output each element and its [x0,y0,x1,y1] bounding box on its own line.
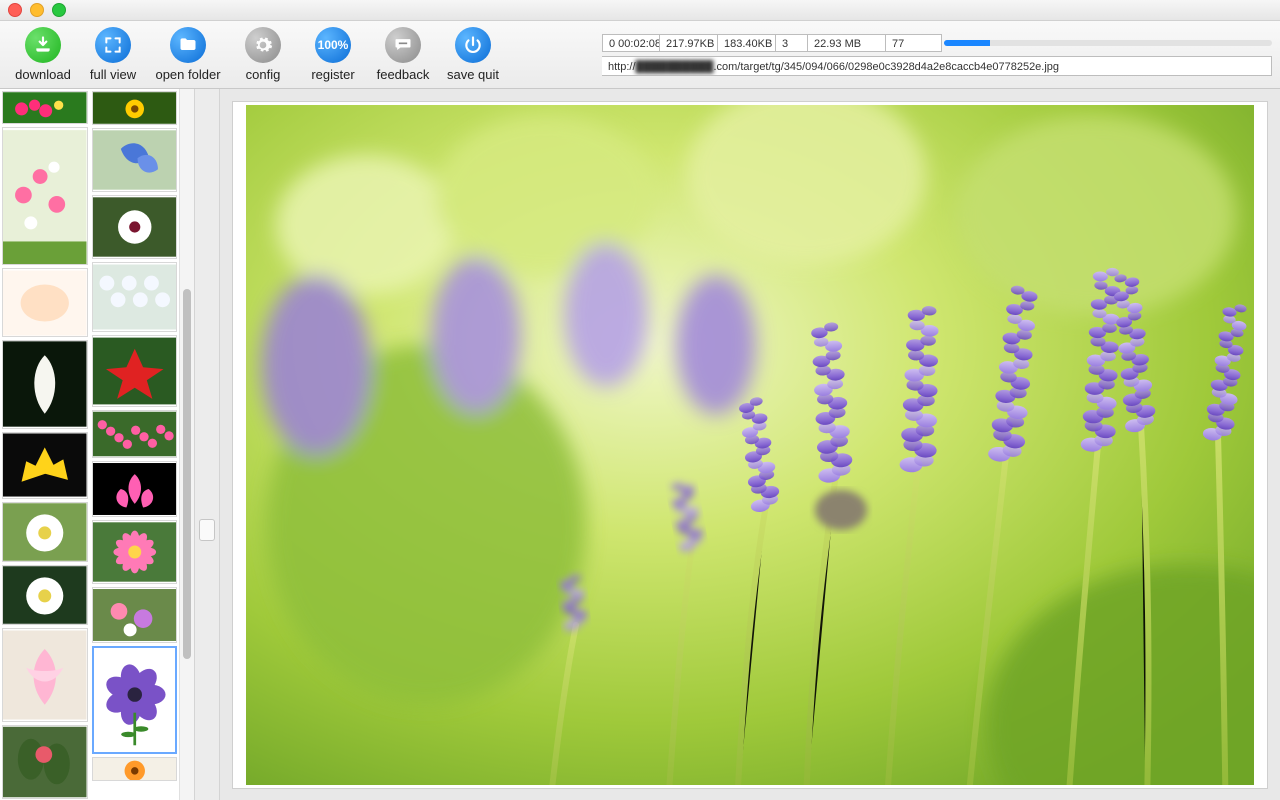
thumbnail-panel [0,89,195,800]
gutter-collapse-button[interactable] [199,519,215,541]
thumbnail[interactable] [92,262,178,332]
thumb-col-left [0,89,90,800]
thumb-scrollbar[interactable] [179,89,194,800]
zoom-icon[interactable] [52,3,66,17]
feedback-icon [385,27,421,63]
stat-size-total: 183.40KB [718,34,776,52]
preview-panel [220,89,1280,800]
stat-disk: 22.93 MB [808,34,886,52]
thumbnail[interactable] [92,410,178,458]
savequit-button[interactable]: save quit [438,27,508,82]
feedback-button[interactable]: feedback [368,27,438,82]
thumbnail[interactable] [2,502,88,562]
close-icon[interactable] [8,3,22,17]
window-controls [8,3,66,17]
thumbnail[interactable] [2,268,88,336]
power-icon [455,27,491,63]
thumbnail[interactable] [92,587,178,643]
sidebar-gutter [195,89,220,800]
folder-icon [170,27,206,63]
url-host: ██████████ [636,57,714,76]
openfolder-button[interactable]: open folder [148,27,228,82]
stat-elapsed: 0 00:02:08 [602,34,660,52]
register-pct: 100% [318,38,349,52]
stat-threads: 3 [776,34,808,52]
register-icon: 100% [315,27,351,63]
thumbnail[interactable] [2,340,88,430]
download-button[interactable]: download [8,27,78,82]
thumb-col-right [90,89,180,800]
thumbnail[interactable] [92,335,178,407]
stats-panel: 0 00:02:08 217.97KB 183.40KB 3 22.93 MB … [512,21,1280,88]
thumbnail[interactable] [92,757,178,781]
toolbar: download full view open folder config 10… [0,21,1280,89]
download-label: download [15,67,71,82]
minimize-icon[interactable] [30,3,44,17]
register-button[interactable]: 100% register [298,27,368,82]
fullview-icon [95,27,131,63]
register-label: register [311,67,354,82]
thumbnail[interactable] [92,520,178,584]
thumbnail[interactable] [2,628,88,722]
current-url[interactable]: http://██████████.com/target/tg/345/094/… [602,56,1272,76]
progress-bar [944,34,1272,52]
gear-icon [245,27,281,63]
savequit-label: save quit [447,67,499,82]
thumbnail[interactable] [2,432,88,498]
fullview-button[interactable]: full view [78,27,148,82]
openfolder-label: open folder [155,67,220,82]
stat-count: 77 [886,34,942,52]
thumbnail[interactable] [92,646,178,754]
thumbnail[interactable] [92,461,178,517]
fullview-label: full view [90,67,136,82]
url-prefix: http:// [608,61,636,73]
feedback-label: feedback [377,67,430,82]
titlebar [0,0,1280,21]
config-label: config [246,67,281,82]
lavender-image [246,105,1254,785]
thumbnail[interactable] [2,565,88,625]
url-path: .com/target/tg/345/094/066/0298e0c3928d4… [713,61,1059,73]
thumbnail[interactable] [2,127,88,265]
thumbnail[interactable] [92,91,178,125]
thumbnail[interactable] [2,725,88,799]
stat-size-down: 217.97KB [660,34,718,52]
download-icon [25,27,61,63]
config-button[interactable]: config [228,27,298,82]
thumbnail[interactable] [92,195,178,259]
preview-image[interactable] [232,101,1268,789]
thumbnail[interactable] [92,128,178,192]
thumbnail[interactable] [2,91,88,124]
